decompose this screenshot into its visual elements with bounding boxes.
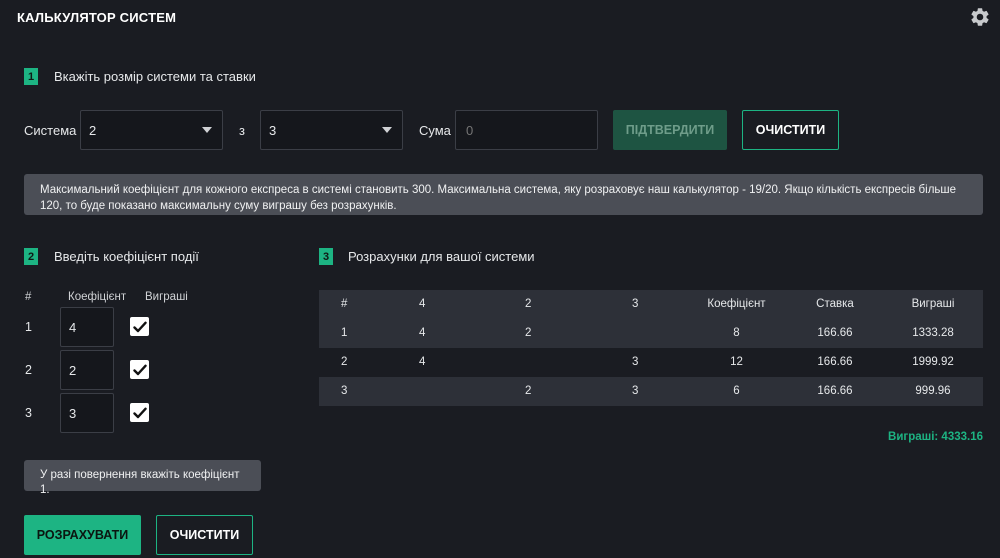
info-note: Максимальний коефіцієнт для кожного експ… (24, 174, 983, 215)
gear-icon[interactable] (969, 6, 991, 28)
check-icon (132, 321, 147, 332)
results-table: # 4 2 3 Коефіцієнт Ставка Виграші 1 4 2 … (319, 290, 983, 406)
event-coef-value: 4 (69, 319, 77, 335)
table-cell: 2 (341, 356, 348, 368)
sum-label: Сума (419, 123, 451, 138)
event-coef-input[interactable]: 3 (60, 393, 114, 433)
step-1-label: Вкажіть розмір системи та ставки (54, 69, 256, 84)
of-label: з (239, 123, 245, 138)
table-cell: 166.66 (817, 327, 853, 339)
system-select[interactable]: 2 (80, 110, 223, 150)
return-note: У разі повернення вкажіть коефіцієнт 1. (24, 460, 261, 496)
table-cell: 12 (730, 356, 743, 368)
table-cell: 4 (419, 356, 426, 368)
step-3-badge: 3 (319, 248, 333, 265)
chevron-down-icon (382, 127, 392, 133)
event-coef-value: 2 (69, 362, 77, 378)
table-header-row: # 4 2 3 Коефіцієнт Ставка Виграші (319, 290, 983, 319)
event-num-header: # (25, 291, 32, 303)
table-cell: 8 (733, 327, 740, 339)
step-3-label: Розрахунки для вашої системи (348, 249, 535, 264)
table-row: 1 4 2 8 166.66 1333.28 (319, 319, 983, 348)
table-cell: 2 (525, 385, 532, 397)
table-cell: 999.96 (915, 385, 951, 397)
chevron-down-icon (202, 127, 212, 133)
confirm-button[interactable]: ПІДТВЕРДИТИ (613, 110, 727, 150)
table-header-cell: 2 (525, 298, 532, 310)
table-row: 3 2 3 6 166.66 999.96 (319, 377, 983, 406)
table-header-cell: # (341, 298, 348, 310)
table-cell: 1999.92 (912, 356, 954, 368)
event-coef-input[interactable]: 4 (60, 307, 114, 347)
table-cell: 3 (341, 385, 348, 397)
table-header-cell: Коефіцієнт (707, 298, 766, 310)
check-icon (132, 364, 147, 375)
system-label: Система (24, 123, 77, 138)
check-icon (132, 407, 147, 418)
sum-input[interactable] (455, 110, 598, 150)
total-winnings: Виграші: 4333.16 (888, 431, 983, 443)
table-cell: 2 (525, 327, 532, 339)
table-cell: 166.66 (817, 385, 853, 397)
table-cell: 1 (341, 327, 348, 339)
table-cell: 4 (419, 327, 426, 339)
calculate-button[interactable]: РОЗРАХУВАТИ (24, 515, 141, 555)
event-row-num: 3 (25, 406, 32, 420)
step-2-badge: 2 (24, 248, 38, 265)
table-header-cell: Ставка (816, 298, 854, 310)
event-wins-header: Виграші (145, 291, 188, 303)
event-win-checkbox[interactable] (130, 360, 149, 379)
page-title: КАЛЬКУЛЯТОР СИСТЕМ (17, 10, 177, 25)
clear-events-button[interactable]: ОЧИСТИТИ (156, 515, 253, 555)
event-row-num: 1 (25, 320, 32, 334)
step-1-badge: 1 (24, 68, 38, 85)
table-cell: 166.66 (817, 356, 853, 368)
step-2-label: Введіть коефіцієнт події (54, 249, 199, 264)
of-select-value: 3 (269, 122, 277, 138)
event-win-checkbox[interactable] (130, 317, 149, 336)
of-select[interactable]: 3 (260, 110, 403, 150)
event-row-num: 2 (25, 363, 32, 377)
table-header-cell: Виграші (911, 298, 955, 310)
table-cell: 6 (733, 385, 740, 397)
table-row: 2 4 3 12 166.66 1999.92 (319, 348, 983, 377)
table-header-cell: 4 (419, 298, 426, 310)
event-win-checkbox[interactable] (130, 403, 149, 422)
system-select-value: 2 (89, 122, 97, 138)
clear-system-button[interactable]: ОЧИСТИТИ (742, 110, 839, 150)
table-cell: 3 (632, 356, 639, 368)
table-cell: 3 (632, 385, 639, 397)
event-coef-header: Коефіцієнт (68, 291, 127, 303)
event-coef-value: 3 (69, 405, 77, 421)
table-header-cell: 3 (632, 298, 639, 310)
event-coef-input[interactable]: 2 (60, 350, 114, 390)
table-cell: 1333.28 (912, 327, 954, 339)
